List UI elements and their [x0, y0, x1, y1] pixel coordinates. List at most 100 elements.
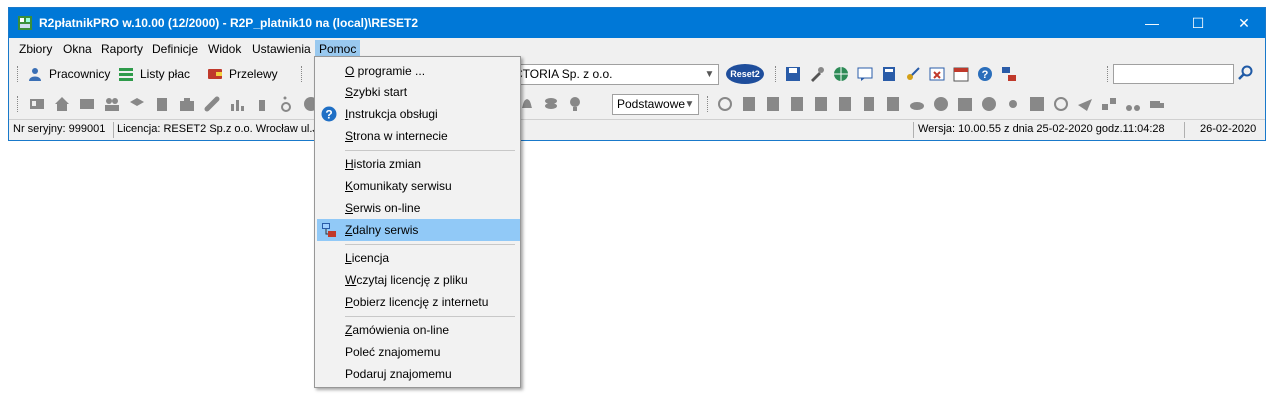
- menu-ustawienia[interactable]: Ustawienia: [248, 40, 315, 58]
- secondary-toolbar: Podstawowe ▼: [9, 90, 1265, 118]
- plane-icon[interactable]: [1077, 96, 1093, 112]
- menu-item-szybki-start-label: zybki start: [353, 85, 408, 99]
- cloud-icon[interactable]: [909, 96, 925, 112]
- menu-item-komunikaty-mnemonic: K: [345, 179, 354, 193]
- menu-item-licencja-mnemonic: L: [345, 251, 352, 265]
- medical-icon[interactable]: [1029, 96, 1045, 112]
- calculator-icon[interactable]: [881, 66, 897, 82]
- menu-item-pobierz-licencje[interactable]: Pobierz licencję z internetu: [317, 291, 520, 313]
- document-list-icon[interactable]: [837, 96, 853, 112]
- status-date: 26-02-2020: [1200, 123, 1257, 135]
- calendar-icon[interactable]: [953, 66, 969, 82]
- menu-separator: [345, 316, 515, 317]
- menu-zbiory[interactable]: Zbiory: [15, 40, 56, 58]
- listy-plac-button[interactable]: Listy płac: [118, 65, 190, 83]
- menu-item-zamowienia-label: amówienia on-line: [352, 323, 450, 337]
- menu-item-szybki-start[interactable]: Szybki start: [317, 81, 520, 103]
- menu-raporty[interactable]: Raporty: [97, 40, 147, 58]
- document-check-icon[interactable]: [789, 96, 805, 112]
- menu-bar: Zbiory Okna Raporty Definicje Widok Usta…: [9, 38, 1265, 59]
- menu-item-wczytaj-licencje-label: czytaj licencję z pliku: [356, 273, 468, 287]
- menu-okna[interactable]: Okna: [59, 40, 96, 58]
- level-select[interactable]: Podstawowe ▼: [612, 94, 699, 115]
- level-select-value: Podstawowe: [617, 97, 686, 111]
- pill-icon[interactable]: [204, 96, 220, 112]
- close-window-icon[interactable]: [929, 66, 945, 82]
- globe-icon[interactable]: [833, 66, 849, 82]
- menu-widok[interactable]: Widok: [204, 40, 245, 58]
- clock-icon[interactable]: [981, 96, 997, 112]
- toolbar-grip[interactable]: [301, 66, 303, 82]
- pie-icon[interactable]: [933, 96, 949, 112]
- close-icon[interactable]: ✕: [1221, 8, 1267, 38]
- id-card-icon[interactable]: [29, 96, 45, 112]
- lightbulb-icon[interactable]: [567, 96, 583, 112]
- wheelchair-icon[interactable]: [279, 96, 295, 112]
- toolbar-grip[interactable]: [1107, 66, 1109, 82]
- menu-item-pobierz-licencje-mnemonic: P: [345, 295, 354, 309]
- menu-item-instrukcja[interactable]: ? Instrukcja obsługi: [317, 103, 520, 125]
- key-icon[interactable]: [905, 66, 921, 82]
- document-edit-icon[interactable]: [765, 96, 781, 112]
- menu-item-o-programie[interactable]: O programie ...: [317, 60, 520, 82]
- svg-text:?: ?: [325, 108, 332, 122]
- status-divider: [113, 122, 114, 138]
- sun-icon[interactable]: [1005, 96, 1021, 112]
- menu-item-podaruj[interactable]: Podaruj znajomemu: [317, 363, 520, 385]
- menu-item-polec[interactable]: Poleć znajomemu: [317, 341, 520, 363]
- briefcase-icon[interactable]: [179, 96, 195, 112]
- toolbar-grip[interactable]: [17, 96, 19, 112]
- document-icon[interactable]: [741, 96, 757, 112]
- menu-item-szybki-start-mnemonic: S: [345, 85, 354, 99]
- menu-item-licencja[interactable]: Licencja: [317, 247, 520, 269]
- search-input[interactable]: [1113, 64, 1234, 84]
- card-icon[interactable]: [79, 96, 95, 112]
- calendar-31-icon[interactable]: [957, 96, 973, 112]
- save-icon[interactable]: [785, 66, 801, 82]
- menu-item-zdalny-serwis[interactable]: Zdalny serwis: [317, 219, 520, 241]
- menu-item-serwis-online[interactable]: Serwis on-line: [317, 197, 520, 219]
- help-icon[interactable]: ?: [977, 66, 993, 82]
- chat-icon[interactable]: [857, 66, 873, 82]
- document-user-icon[interactable]: [813, 96, 829, 112]
- home-icon[interactable]: [54, 96, 70, 112]
- search-icon[interactable]: [1238, 65, 1254, 81]
- menu-item-komunikaty[interactable]: Komunikaty serwisu: [317, 175, 520, 197]
- truck-icon[interactable]: [1149, 96, 1165, 112]
- remote-service-icon[interactable]: [1001, 66, 1017, 82]
- building-icon[interactable]: [861, 96, 877, 112]
- menu-item-strona[interactable]: Strona w internecie: [317, 125, 520, 147]
- title-bar[interactable]: R2płatnikPRO w.10.00 (12/2000) - R2P_pla…: [9, 8, 1265, 38]
- menu-item-instrukcja-label: nstrukcja obsługi: [348, 107, 438, 121]
- toolbar-grip[interactable]: [775, 66, 777, 82]
- status-license: Licencja: RESET2 Sp.z o.o. Wrocław ul.Je: [117, 123, 325, 135]
- blocks-icon[interactable]: [1101, 96, 1117, 112]
- clock-document-icon[interactable]: [885, 96, 901, 112]
- scissors-icon[interactable]: [1125, 96, 1141, 112]
- przelewy-button[interactable]: Przelewy: [207, 65, 278, 83]
- pracownicy-label: Pracownicy: [49, 67, 111, 81]
- maximize-icon[interactable]: ☐: [1175, 8, 1221, 38]
- menu-item-historia[interactable]: Historia zmian: [317, 153, 520, 175]
- menu-item-zamowienia[interactable]: Zamówienia on-line: [317, 319, 520, 341]
- main-toolbar: Pracownicy Listy płac Przelewy CTORIA Sp…: [9, 60, 1265, 88]
- tools-icon[interactable]: [809, 66, 825, 82]
- reset2-logo-text: Reset2: [730, 69, 760, 79]
- menu-definicje[interactable]: Definicje: [148, 40, 202, 58]
- forbidden-icon[interactable]: [1053, 96, 1069, 112]
- graduation-icon[interactable]: [129, 96, 145, 112]
- toolbar-grip[interactable]: [707, 96, 709, 112]
- minimize-icon[interactable]: —: [1129, 8, 1175, 38]
- group-icon[interactable]: [104, 96, 120, 112]
- coins-icon[interactable]: [543, 96, 559, 112]
- menu-item-wczytaj-licencje[interactable]: Wczytaj licencję z pliku: [317, 269, 520, 291]
- bell-icon[interactable]: [519, 96, 535, 112]
- cycle-icon[interactable]: [717, 96, 733, 112]
- pracownicy-button[interactable]: Pracownicy: [27, 65, 110, 83]
- company-select[interactable]: CTORIA Sp. z o.o. ▼: [509, 64, 719, 85]
- toolbar-grip[interactable]: [17, 66, 19, 82]
- badge-icon[interactable]: [154, 96, 170, 112]
- bar-chart-icon[interactable]: [229, 96, 245, 112]
- menu-item-historia-mnemonic: H: [345, 157, 354, 171]
- extinguisher-icon[interactable]: [254, 96, 270, 112]
